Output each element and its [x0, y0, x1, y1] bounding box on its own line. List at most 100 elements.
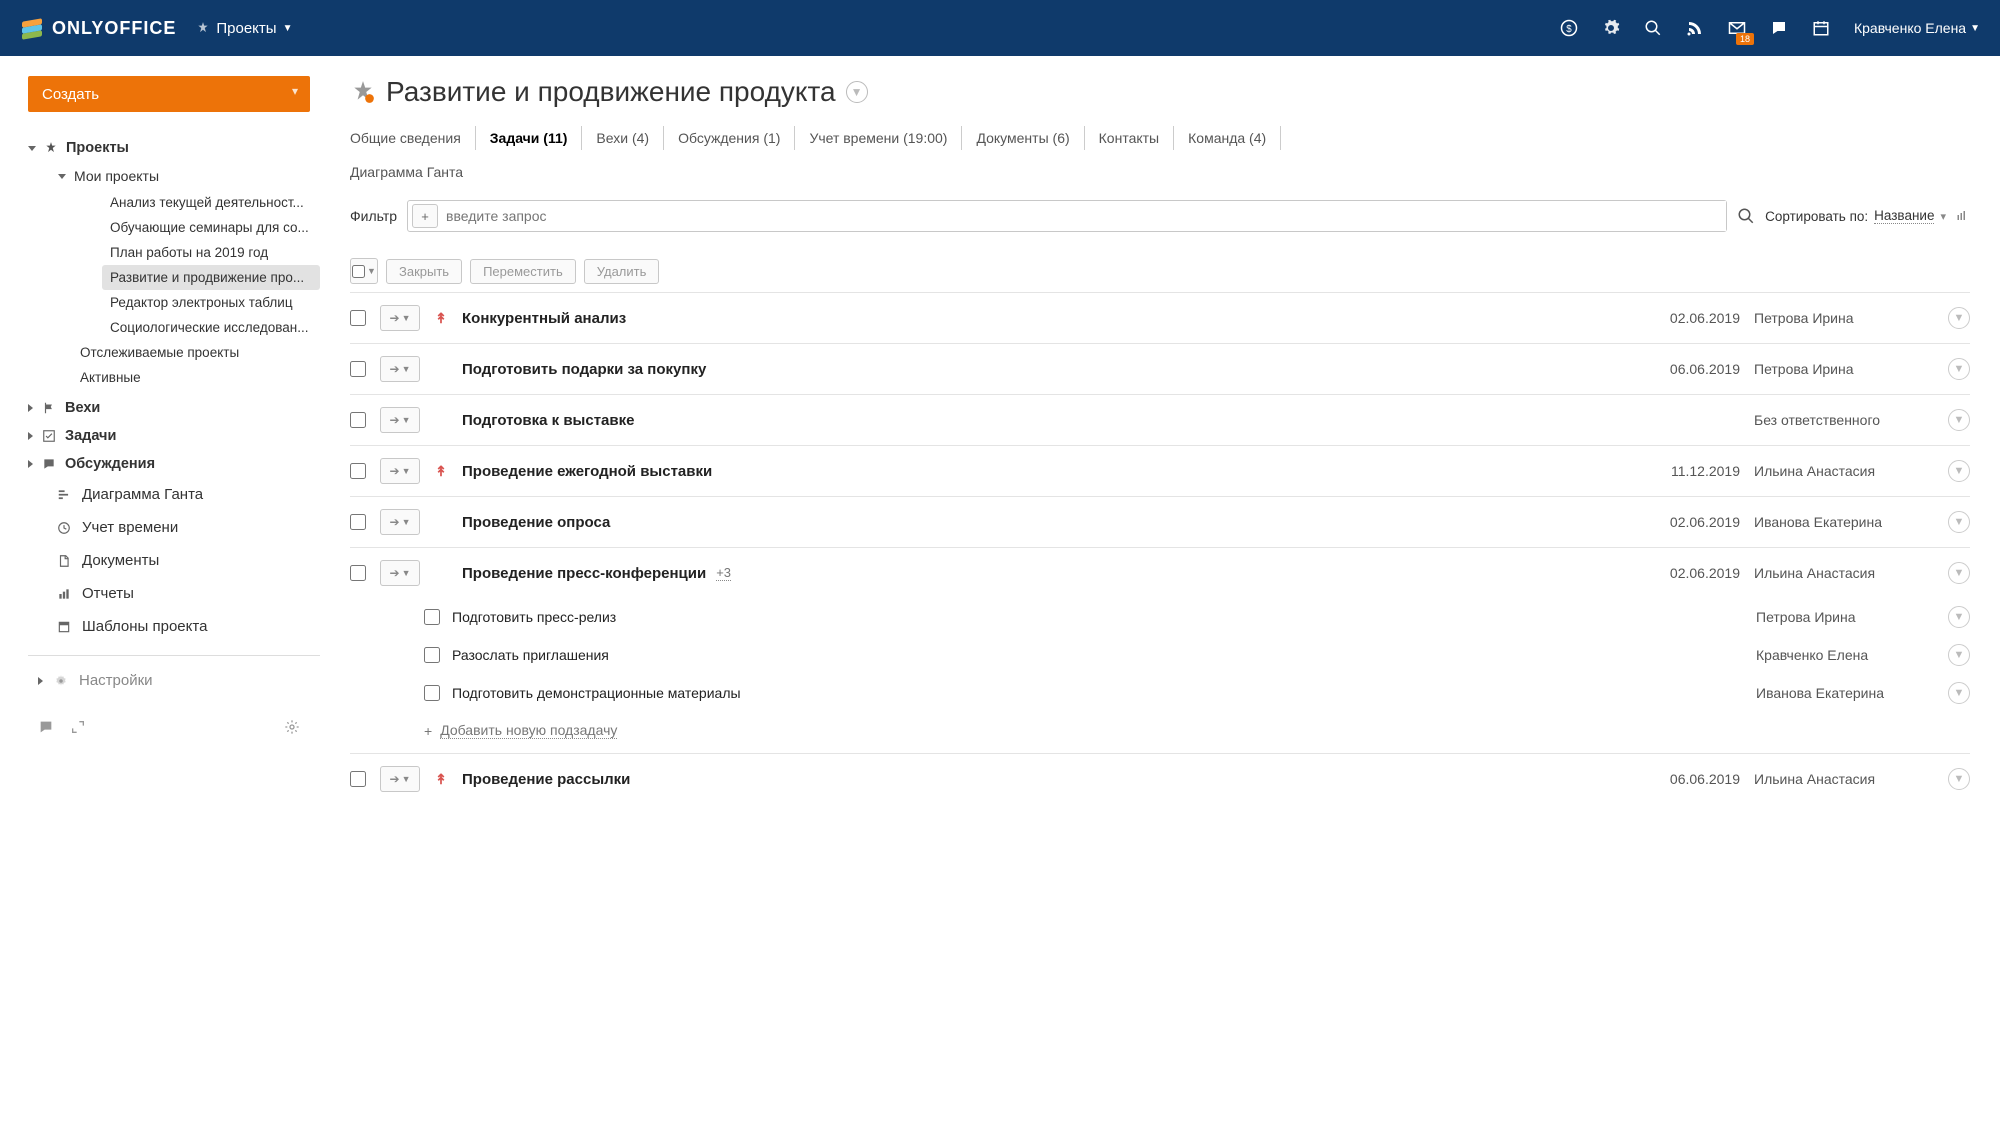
filter-add-button[interactable]: + [412, 204, 438, 228]
tab-milestones[interactable]: Вехи (4) [582, 126, 664, 150]
logo[interactable]: ONLYOFFICE [20, 16, 176, 40]
task-move-button[interactable]: ➔ ▼ [380, 305, 420, 331]
sidebar-discussions[interactable]: Обсуждения [28, 450, 320, 478]
task-actions-menu[interactable]: ▼ [1948, 562, 1970, 584]
task-title[interactable]: Проведение опроса [462, 514, 1616, 531]
task-assignee: Ильина Анастасия [1754, 463, 1934, 479]
task-actions-menu[interactable]: ▼ [1948, 358, 1970, 380]
sidebar-project-item[interactable]: Редактор электроных таблиц [110, 290, 320, 315]
task-checkbox[interactable] [350, 463, 366, 479]
sort-direction[interactable]: ▾ [1940, 210, 1946, 223]
select-all-input[interactable] [352, 265, 365, 278]
task-title[interactable]: Подготовить подарки за покупку [462, 361, 1616, 378]
task-actions-menu[interactable]: ▼ [1948, 409, 1970, 431]
task-move-button[interactable]: ➔ ▼ [380, 356, 420, 382]
currency-icon[interactable]: $ [1560, 19, 1578, 37]
tab-team[interactable]: Команда (4) [1174, 126, 1281, 150]
subtask-title[interactable]: Подготовить пресс-релиз [452, 609, 1744, 625]
sidebar-reports[interactable]: Отчеты [28, 577, 320, 610]
task-actions-menu[interactable]: ▼ [1948, 511, 1970, 533]
sort-value[interactable]: Название [1874, 208, 1934, 224]
page-actions-menu[interactable]: ▼ [846, 81, 868, 103]
subtask-checkbox[interactable] [424, 647, 440, 663]
subtask-checkbox[interactable] [424, 685, 440, 701]
sidebar-time[interactable]: Учет времени [28, 511, 320, 544]
chat-icon[interactable] [1770, 19, 1788, 37]
bulk-delete-button[interactable]: Удалить [584, 259, 660, 284]
tab-documents[interactable]: Документы (6) [962, 126, 1084, 150]
search-icon[interactable] [1644, 19, 1662, 37]
task-move-button[interactable]: ➔ ▼ [380, 407, 420, 433]
filter-input[interactable] [442, 201, 1726, 231]
task-title[interactable]: Конкурентный анализ [462, 310, 1616, 327]
task-actions-menu[interactable]: ▼ [1948, 307, 1970, 329]
sidebar-tracked-projects[interactable]: Отслеживаемые проекты [58, 340, 320, 365]
task-move-button[interactable]: ➔ ▼ [380, 458, 420, 484]
add-subtask-row[interactable]: + Добавить новую подзадачу [350, 712, 1970, 753]
task-move-button[interactable]: ➔ ▼ [380, 509, 420, 535]
subtask-actions-menu[interactable]: ▼ [1948, 644, 1970, 666]
flag-icon [41, 400, 57, 416]
priority-icon: · [434, 514, 448, 530]
bars-icon[interactable] [1954, 208, 1970, 224]
expand-icon[interactable] [70, 719, 86, 735]
task-checkbox[interactable] [350, 310, 366, 326]
task-actions-menu[interactable]: ▼ [1948, 768, 1970, 790]
sidebar-project-item[interactable]: Анализ текущей деятельност... [110, 190, 320, 215]
tab-tasks[interactable]: Задачи (11) [476, 126, 583, 150]
bulk-move-button[interactable]: Переместить [470, 259, 576, 284]
user-menu[interactable]: Кравченко Елена ▼ [1854, 20, 1980, 36]
module-switcher[interactable]: Проекты ▼ [196, 20, 292, 37]
gear-icon[interactable] [284, 719, 300, 735]
task-actions-menu[interactable]: ▼ [1948, 460, 1970, 482]
tab-gantt[interactable]: Диаграмма Ганта [350, 160, 477, 184]
subtask-actions-menu[interactable]: ▼ [1948, 682, 1970, 704]
chat-icon[interactable] [38, 719, 54, 735]
subtask-actions-menu[interactable]: ▼ [1948, 606, 1970, 628]
subtask-title[interactable]: Подготовить демонстрационные материалы [452, 685, 1744, 701]
create-button[interactable]: Создать [28, 76, 310, 112]
search-button[interactable] [1737, 207, 1755, 225]
sidebar-active-projects[interactable]: Активные [58, 365, 320, 390]
task-title[interactable]: Проведение рассылки [462, 771, 1616, 788]
sidebar-my-projects[interactable]: Мои проекты [58, 162, 320, 190]
task-checkbox[interactable] [350, 514, 366, 530]
task-checkbox[interactable] [350, 412, 366, 428]
tab-overview[interactable]: Общие сведения [350, 126, 476, 150]
sidebar-tasks[interactable]: Задачи [28, 422, 320, 450]
task-title[interactable]: Проведение пресс-конференции +3 [462, 565, 1616, 582]
task-title[interactable]: Проведение ежегодной выставки [462, 463, 1616, 480]
sidebar-project-item[interactable]: План работы на 2019 год [110, 240, 320, 265]
task-date: 02.06.2019 [1630, 514, 1740, 530]
mail-icon[interactable]: 18 [1728, 19, 1746, 37]
sidebar-gantt[interactable]: Диаграмма Ганта [28, 478, 320, 511]
sidebar-settings[interactable]: Настройки [28, 664, 320, 697]
select-all-checkbox[interactable]: ▼ [350, 258, 378, 284]
add-subtask-link[interactable]: Добавить новую подзадачу [440, 722, 617, 739]
sidebar-templates[interactable]: Шаблоны проекта [28, 610, 320, 643]
task-title[interactable]: Подготовка к выставке [462, 412, 1616, 429]
subtask-checkbox[interactable] [424, 609, 440, 625]
calendar-icon[interactable] [1812, 19, 1830, 37]
sidebar-project-item[interactable]: Обучающие семинары для со... [110, 215, 320, 240]
sidebar-projects-root[interactable]: Проекты [28, 134, 320, 162]
tab-time[interactable]: Учет времени (19:00) [795, 126, 962, 150]
sidebar-tasks-label: Задачи [65, 428, 116, 444]
task-checkbox[interactable] [350, 771, 366, 787]
tab-contacts[interactable]: Контакты [1085, 126, 1174, 150]
task-checkbox[interactable] [350, 565, 366, 581]
sidebar-project-item[interactable]: Развитие и продвижение про... [102, 265, 320, 290]
sidebar-documents[interactable]: Документы [28, 544, 320, 577]
tab-discussions[interactable]: Обсуждения (1) [664, 126, 795, 150]
bulk-close-button[interactable]: Закрыть [386, 259, 462, 284]
task-checkbox[interactable] [350, 361, 366, 377]
feed-icon[interactable] [1686, 19, 1704, 37]
task-move-button[interactable]: ➔ ▼ [380, 766, 420, 792]
subtask-title[interactable]: Разослать приглашения [452, 647, 1744, 663]
gear-icon[interactable] [1602, 19, 1620, 37]
sidebar-milestones[interactable]: Вехи [28, 394, 320, 422]
sidebar-project-item[interactable]: Социологические исследован... [110, 315, 320, 340]
priority-icon: ↟ [434, 310, 448, 327]
subtask-count[interactable]: +3 [716, 565, 731, 581]
task-move-button[interactable]: ➔ ▼ [380, 560, 420, 586]
